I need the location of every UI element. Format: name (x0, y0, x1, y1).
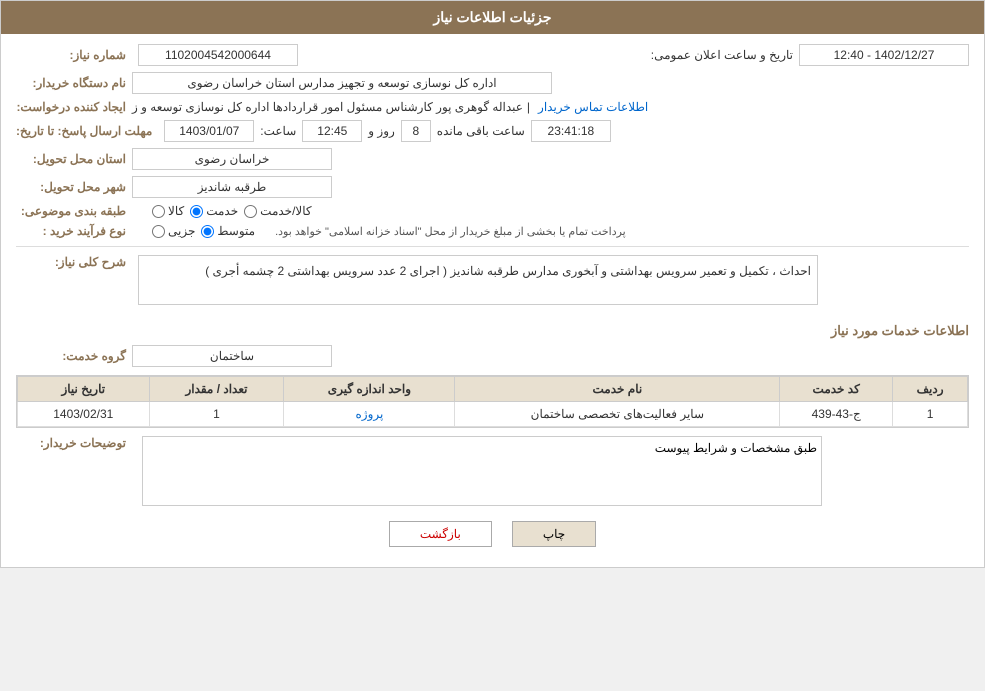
td-code: ج-43-439 (780, 402, 893, 427)
creator-value: عبداله گوهری پور کارشناس مسئول امور قرار… (132, 100, 523, 114)
radio-khedmat-input[interactable] (190, 205, 203, 218)
th-row: ردیف (893, 377, 968, 402)
deadline-label: مهلت ارسال پاسخ: تا تاریخ: (16, 124, 152, 138)
contact-link[interactable]: اطلاعات تماس خریدار (538, 100, 648, 114)
table-header-row: ردیف کد خدمت نام خدمت واحد اندازه گیری ت… (18, 377, 968, 402)
row-creator: اطلاعات تماس خریدار | عبداله گوهری پور ک… (16, 100, 969, 114)
radio-kala-input[interactable] (152, 205, 165, 218)
service-group-value: ساختمان (132, 345, 332, 367)
radio-kala-khedmat-input[interactable] (244, 205, 257, 218)
row-city: طرقبه شاندیز شهر محل تحویل: (16, 176, 969, 198)
page-header: جزئیات اطلاعات نیاز (1, 1, 984, 34)
services-table: ردیف کد خدمت نام خدمت واحد اندازه گیری ت… (17, 376, 968, 427)
th-code: کد خدمت (780, 377, 893, 402)
table-row: 1 ج-43-439 سایر فعالیت‌های تخصصی ساختمان… (18, 402, 968, 427)
notes-textarea[interactable] (142, 436, 822, 506)
buyer-value: اداره کل نوسازی توسعه و تجهیز مدارس استا… (132, 72, 552, 94)
need-number-section: 1102004542000644 شماره نیاز: (16, 44, 298, 66)
row-classification: کالا/خدمت خدمت کالا طبقه بندی موضوعی: (16, 204, 969, 218)
radio-kala-khedmat[interactable]: کالا/خدمت (244, 204, 311, 218)
radio-kala-label: کالا (168, 204, 184, 218)
creator-inner: اطلاعات تماس خریدار | عبداله گوهری پور ک… (132, 100, 969, 114)
city-value: طرقبه شاندیز (132, 176, 332, 198)
td-name: سایر فعالیت‌های تخصصی ساختمان (455, 402, 780, 427)
row-purchase-type: پرداخت تمام یا بخشی از مبلغ خریدار از مح… (16, 224, 969, 238)
need-number-label: شماره نیاز: (16, 48, 126, 62)
notes-label: توضیحات خریدار: (16, 436, 126, 450)
radio-mutavasset[interactable]: متوسط (201, 224, 255, 238)
days-label: روز و (368, 124, 395, 138)
radio-kala-khedmat-label: کالا/خدمت (260, 204, 311, 218)
row-buyer: اداره کل نوسازی توسعه و تجهیز مدارس استا… (16, 72, 969, 94)
radio-jozii[interactable]: جزیی (152, 224, 195, 238)
radio-jozii-label: جزیی (168, 224, 195, 238)
radio-mutavasset-input[interactable] (201, 225, 214, 238)
radio-kala[interactable]: کالا (152, 204, 184, 218)
deadline-inner: 23:41:18 ساعت باقی مانده 8 روز و 12:45 س… (164, 120, 611, 142)
buyer-label: نام دستگاه خریدار: (16, 76, 126, 90)
row-need-number: 1402/12/27 - 12:40 تاریخ و ساعت اعلان عم… (16, 44, 969, 66)
purchase-type-label: نوع فرآیند خرید : (16, 224, 126, 238)
announce-value: 1402/12/27 - 12:40 (799, 44, 969, 66)
radio-jozii-input[interactable] (152, 225, 165, 238)
buttons-row: چاپ بازگشت (16, 521, 969, 547)
print-button[interactable]: چاپ (512, 521, 596, 547)
back-button[interactable]: بازگشت (389, 521, 492, 547)
row-service-group: ساختمان گروه خدمت: (16, 345, 969, 367)
creator-label: ایجاد کننده درخواست: (16, 100, 126, 114)
row-deadline: 23:41:18 ساعت باقی مانده 8 روز و 12:45 س… (16, 120, 969, 142)
creator-text: | (527, 100, 530, 114)
th-name: نام خدمت (455, 377, 780, 402)
th-unit: واحد اندازه گیری (284, 377, 455, 402)
page-title: جزئیات اطلاعات نیاز (433, 9, 551, 25)
td-date: 1403/02/31 (18, 402, 150, 427)
classification-label: طبقه بندی موضوعی: (16, 204, 126, 218)
province-value: خراسان رضوی (132, 148, 332, 170)
remaining-time: 23:41:18 (531, 120, 611, 142)
row-description: احداث ، تکمیل و تعمیر سرویس بهداشتی و آب… (16, 255, 969, 313)
province-label: استان محل تحویل: (16, 152, 126, 166)
remaining-label: ساعت باقی مانده (437, 124, 525, 138)
td-unit: پروژه (284, 402, 455, 427)
td-qty: 1 (149, 402, 284, 427)
th-qty: تعداد / مقدار (149, 377, 284, 402)
city-label: شهر محل تحویل: (16, 180, 126, 194)
row-notes: توضیحات خریدار: (16, 436, 969, 506)
radio-mutavasset-label: متوسط (217, 224, 255, 238)
need-number-value: 1102004542000644 (138, 44, 298, 66)
services-table-wrapper: ردیف کد خدمت نام خدمت واحد اندازه گیری ت… (16, 375, 969, 428)
classification-options: کالا/خدمت خدمت کالا (152, 204, 312, 218)
description-value: احداث ، تکمیل و تعمیر سرویس بهداشتی و آب… (138, 255, 818, 305)
row-province: خراسان رضوی استان محل تحویل: (16, 148, 969, 170)
purchase-type-options: متوسط جزیی (152, 224, 255, 238)
description-label: شرح کلی نیاز: (16, 255, 126, 269)
service-group-label: گروه خدمت: (16, 349, 126, 363)
divider1 (16, 246, 969, 247)
services-title: اطلاعات خدمات مورد نیاز (16, 323, 969, 339)
deadline-time: 12:45 (302, 120, 362, 142)
th-date: تاریخ نیاز (18, 377, 150, 402)
purchase-type-note: پرداخت تمام یا بخشی از مبلغ خریدار از مح… (275, 225, 626, 238)
announce-label: تاریخ و ساعت اعلان عمومی: (651, 48, 793, 62)
page-wrapper: جزئیات اطلاعات نیاز 1402/12/27 - 12:40 ت… (0, 0, 985, 568)
radio-khedmat-label: خدمت (206, 204, 238, 218)
purchase-inner: پرداخت تمام یا بخشی از مبلغ خریدار از مح… (152, 224, 969, 238)
deadline-days: 8 (401, 120, 431, 142)
radio-khedmat[interactable]: خدمت (190, 204, 238, 218)
content-area: 1402/12/27 - 12:40 تاریخ و ساعت اعلان عم… (1, 34, 984, 567)
deadline-date: 1403/01/07 (164, 120, 254, 142)
announce-section: 1402/12/27 - 12:40 تاریخ و ساعت اعلان عم… (651, 44, 969, 66)
td-row: 1 (893, 402, 968, 427)
time-label: ساعت: (260, 124, 296, 138)
